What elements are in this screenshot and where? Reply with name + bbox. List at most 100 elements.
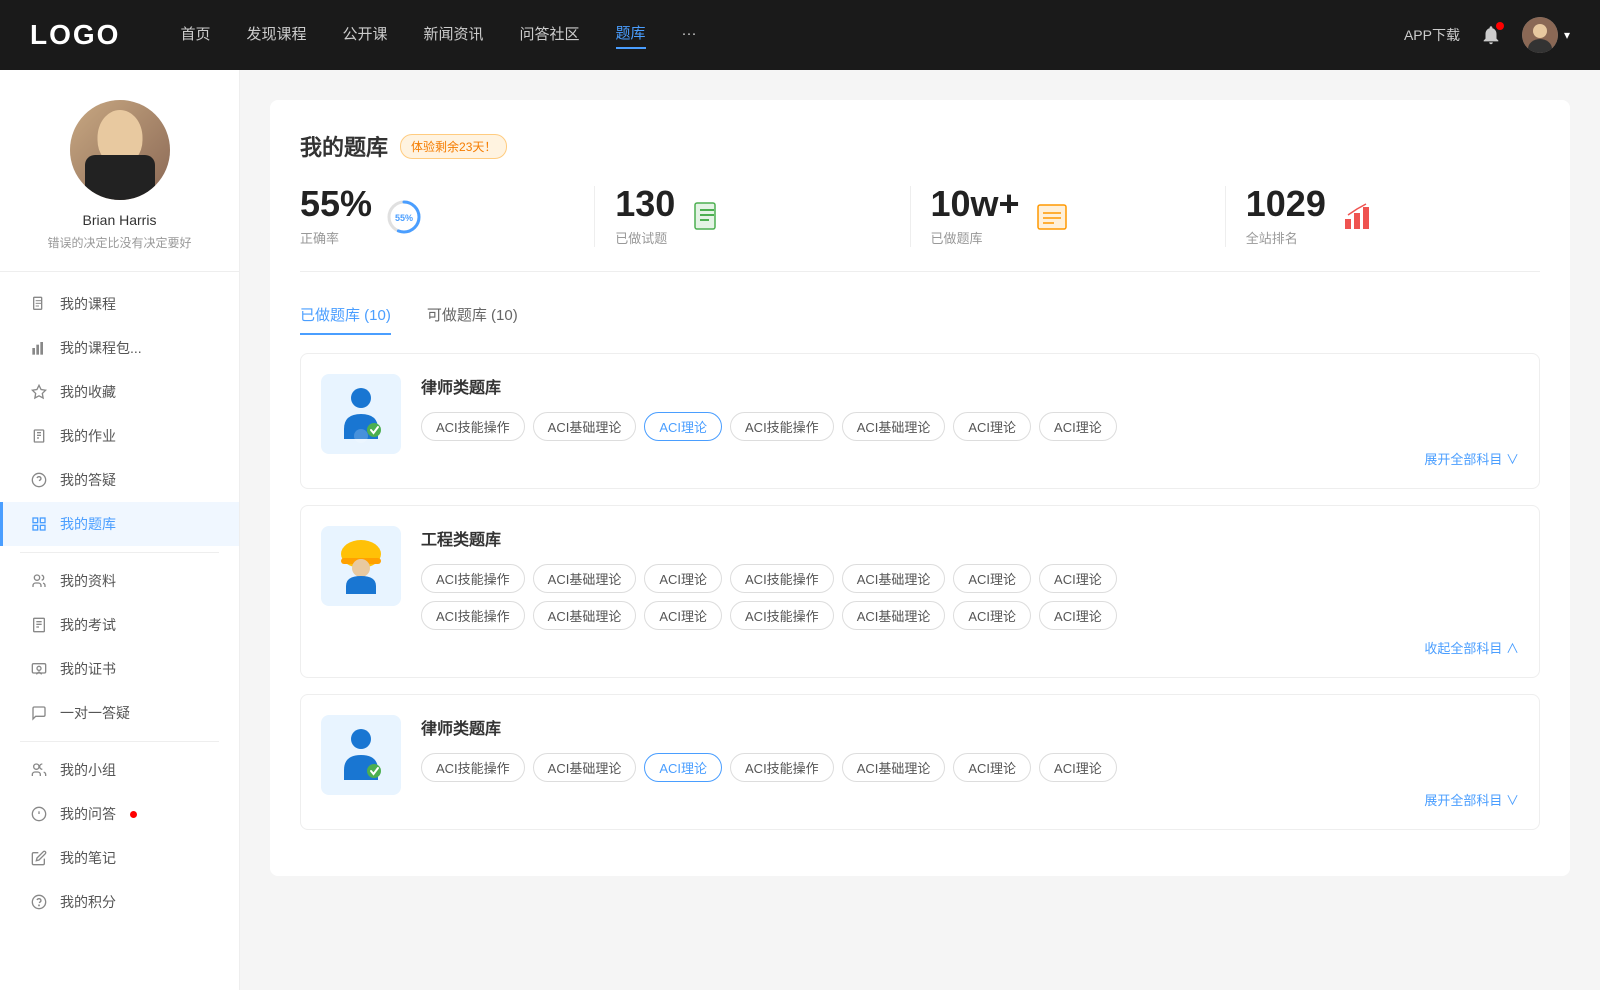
tag-eng-14[interactable]: ACI理论 [1039, 601, 1117, 630]
sidebar-item-my-questions[interactable]: 我的问答 [0, 792, 239, 836]
qa-icon [30, 805, 48, 823]
user-avatar-button[interactable]: ▾ [1522, 17, 1570, 53]
nav-question-bank[interactable]: 题库 [616, 22, 646, 49]
sidebar-item-my-points[interactable]: 我的积分 [0, 880, 239, 924]
sidebar-label-my-exam: 我的考试 [60, 615, 116, 635]
tabs-row: 已做题库 (10) 可做题库 (10) [300, 296, 1540, 333]
chevron-down-icon: ▾ [1564, 28, 1570, 42]
main-content: 我的题库 体验剩余23天！ 55% 正确率 55% [240, 70, 1600, 990]
expand-lawyer2-link[interactable]: 展开全部科目 ∨ [421, 790, 1519, 809]
tag-eng-7[interactable]: ACI理论 [1039, 564, 1117, 593]
stat-correct-rate: 55% 正确率 55% [300, 186, 595, 247]
page-title: 我的题库 [300, 130, 388, 162]
stat-done-banks: 10w+ 已做题库 [911, 186, 1226, 247]
stat-value-site-rank: 1029 [1246, 186, 1326, 222]
topic-icon-lawyer-2 [321, 715, 401, 795]
tag-lawyer-4[interactable]: ACI技能操作 [730, 412, 834, 441]
nav-qa[interactable]: 问答社区 [520, 23, 580, 48]
sidebar-item-course-package[interactable]: 我的课程包... [0, 326, 239, 370]
nav-public-course[interactable]: 公开课 [342, 23, 387, 48]
sidebar-item-favorites[interactable]: 我的收藏 [0, 370, 239, 414]
tag-eng-12[interactable]: ACI基础理论 [842, 601, 946, 630]
topic-section-lawyer: 律师类题库 ACI技能操作 ACI基础理论 ACI理论 ACI技能操作 ACI基… [300, 353, 1540, 489]
nav-news[interactable]: 新闻资讯 [424, 23, 484, 48]
topic-content-engineering: 工程类题库 ACI技能操作 ACI基础理论 ACI理论 ACI技能操作 ACI基… [421, 526, 1519, 657]
nav-discover[interactable]: 发现课程 [246, 23, 306, 48]
tag-eng-1[interactable]: ACI技能操作 [421, 564, 525, 593]
tag-eng-13[interactable]: ACI理论 [953, 601, 1031, 630]
tag-eng-8[interactable]: ACI技能操作 [421, 601, 525, 630]
sidebar-item-homework[interactable]: 我的作业 [0, 414, 239, 458]
tag-lawyer2-2[interactable]: ACI基础理论 [533, 753, 637, 782]
tag-lawyer-1[interactable]: ACI技能操作 [421, 412, 525, 441]
avatar [1522, 17, 1558, 53]
tag-eng-6[interactable]: ACI理论 [953, 564, 1031, 593]
stat-label-site-rank: 全站排名 [1246, 228, 1326, 247]
tag-lawyer-5[interactable]: ACI基础理论 [842, 412, 946, 441]
sidebar-label-favorites: 我的收藏 [60, 382, 116, 402]
tag-lawyer2-3[interactable]: ACI理论 [644, 753, 722, 782]
tag-eng-11[interactable]: ACI技能操作 [730, 601, 834, 630]
sidebar-item-my-data[interactable]: 我的资料 [0, 559, 239, 603]
sidebar-label-question-bank: 我的题库 [60, 514, 116, 534]
expand-lawyer-link[interactable]: 展开全部科目 ∨ [421, 449, 1519, 468]
question-circle-icon [30, 471, 48, 489]
tag-lawyer2-5[interactable]: ACI基础理论 [842, 753, 946, 782]
tag-lawyer-6[interactable]: ACI理论 [953, 412, 1031, 441]
topic-content-lawyer-2: 律师类题库 ACI技能操作 ACI基础理论 ACI理论 ACI技能操作 ACI基… [421, 715, 1519, 809]
topic-tags-engineering-row2: ACI技能操作 ACI基础理论 ACI理论 ACI技能操作 ACI基础理论 AC… [421, 601, 1519, 630]
collapse-engineering-link[interactable]: 收起全部科目 ∧ [421, 638, 1519, 657]
tag-lawyer-2[interactable]: ACI基础理论 [533, 412, 637, 441]
profile-avatar [70, 100, 170, 200]
topic-tags-lawyer-2: ACI技能操作 ACI基础理论 ACI理论 ACI技能操作 ACI基础理论 AC… [421, 753, 1519, 782]
sidebar-item-my-notes[interactable]: 我的笔记 [0, 836, 239, 880]
tag-lawyer2-4[interactable]: ACI技能操作 [730, 753, 834, 782]
sidebar-label-my-questions: 我的问答 [60, 804, 116, 824]
tag-lawyer2-6[interactable]: ACI理论 [953, 753, 1031, 782]
group-icon [30, 761, 48, 779]
header: LOGO 首页 发现课程 公开课 新闻资讯 问答社区 题库 ··· APP下载 … [0, 0, 1600, 70]
svg-text:55%: 55% [395, 213, 413, 223]
tag-lawyer2-1[interactable]: ACI技能操作 [421, 753, 525, 782]
topic-icon-lawyer [321, 374, 401, 454]
sidebar-label-homework: 我的作业 [60, 426, 116, 446]
sidebar-label-course-package: 我的课程包... [60, 338, 142, 358]
stat-value-done-banks: 10w+ [931, 186, 1020, 222]
stat-label-done-questions: 已做试题 [615, 228, 675, 247]
topic-title-engineering: 工程类题库 [421, 526, 1519, 550]
stat-label-done-banks: 已做题库 [931, 228, 1020, 247]
profile-motto: 错误的决定比没有决定要好 [47, 234, 191, 251]
sidebar-item-question-bank[interactable]: 我的题库 [0, 502, 239, 546]
app-download-button[interactable]: APP下载 [1404, 25, 1460, 45]
tag-lawyer-7[interactable]: ACI理论 [1039, 412, 1117, 441]
tab-done-banks[interactable]: 已做题库 (10) [300, 296, 391, 333]
exam-icon [30, 616, 48, 634]
tab-available-banks[interactable]: 可做题库 (10) [427, 296, 518, 333]
sidebar-item-my-qa[interactable]: 我的答疑 [0, 458, 239, 502]
tag-lawyer-3[interactable]: ACI理论 [644, 412, 722, 441]
sidebar-item-1on1-qa[interactable]: 一对一答疑 [0, 691, 239, 735]
sidebar-divider-1 [20, 552, 219, 553]
tag-eng-2[interactable]: ACI基础理论 [533, 564, 637, 593]
doc-icon [689, 199, 725, 235]
nav-more[interactable]: ··· [682, 25, 697, 46]
content-card: 我的题库 体验剩余23天！ 55% 正确率 55% [270, 100, 1570, 876]
tag-eng-9[interactable]: ACI基础理论 [533, 601, 637, 630]
tag-eng-5[interactable]: ACI基础理论 [842, 564, 946, 593]
chart-icon [30, 339, 48, 357]
tag-eng-10[interactable]: ACI理论 [644, 601, 722, 630]
sidebar-item-my-certificate[interactable]: 我的证书 [0, 647, 239, 691]
tag-eng-3[interactable]: ACI理论 [644, 564, 722, 593]
sidebar-label-my-certificate: 我的证书 [60, 659, 116, 679]
notification-button[interactable] [1480, 24, 1502, 46]
sidebar-item-my-exam[interactable]: 我的考试 [0, 603, 239, 647]
note-icon [30, 849, 48, 867]
stat-done-questions: 130 已做试题 [595, 186, 910, 247]
sidebar-item-my-courses[interactable]: 我的课程 [0, 282, 239, 326]
sidebar-item-my-group[interactable]: 我的小组 [0, 748, 239, 792]
nav-home[interactable]: 首页 [180, 23, 210, 48]
logo[interactable]: LOGO [30, 19, 120, 51]
sidebar-label-my-data: 我的资料 [60, 571, 116, 591]
tag-lawyer2-7[interactable]: ACI理论 [1039, 753, 1117, 782]
tag-eng-4[interactable]: ACI技能操作 [730, 564, 834, 593]
